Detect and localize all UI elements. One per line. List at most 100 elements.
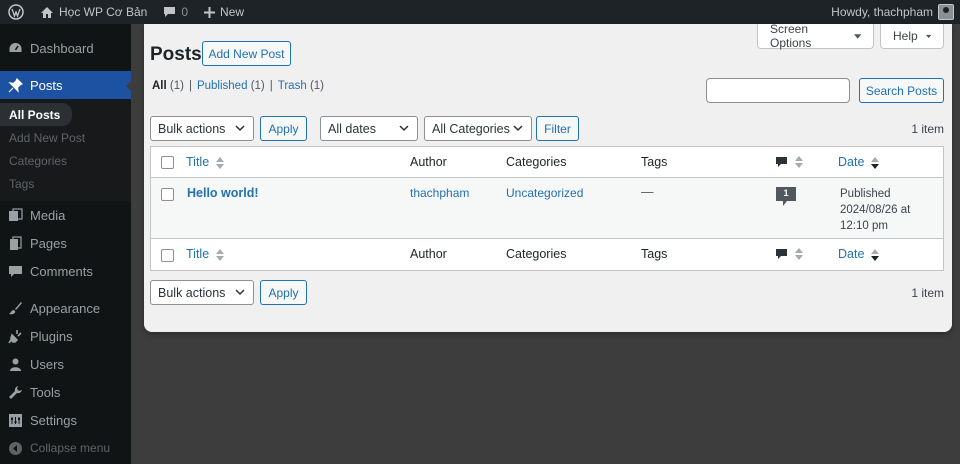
post-status-filters: All (1) | Published (1) | Trash (1) (152, 80, 324, 92)
categories-value: All Categories (432, 121, 510, 136)
column-comments-footer[interactable] (775, 248, 803, 261)
filter-trash[interactable]: Trash (1) (278, 80, 324, 92)
filter-published-count: (1) (250, 80, 265, 92)
dates-value: All dates (328, 121, 376, 136)
bulk-actions-value: Bulk actions (158, 121, 226, 136)
filter-trash-label: Trash (277, 80, 307, 92)
wordpress-logo-icon[interactable] (0, 0, 32, 24)
post-comment-count[interactable]: 1 (775, 186, 797, 206)
row-checkbox[interactable] (161, 188, 174, 201)
screen-options-button[interactable]: Screen Options (757, 22, 874, 50)
search-posts-button[interactable]: Search Posts (859, 78, 944, 103)
table-footer-row: Title Author Categories Tags Date (151, 239, 943, 270)
comment-count-value: 1 (783, 188, 789, 198)
admin-sidebar: Dashboard Posts All Posts Add New Post C… (0, 24, 132, 464)
posts-submenu: All Posts Add New Post Categories Tags (0, 99, 131, 201)
dates-select[interactable]: All dates (320, 116, 418, 141)
column-date-header[interactable]: Date (838, 155, 879, 169)
menu-label: Collapse menu (30, 441, 111, 455)
search-input[interactable] (706, 78, 850, 103)
menu-label: Posts (30, 77, 63, 93)
posts-panel: Screen Options Help Posts Add New Post A… (144, 22, 952, 332)
separator: | (269, 80, 273, 92)
filter-all[interactable]: All (1) (152, 80, 184, 92)
caret-down-icon (925, 34, 931, 38)
submenu-all-posts[interactable]: All Posts (0, 103, 72, 126)
site-name: Học WP Cơ Bản (59, 5, 148, 19)
separator: | (188, 80, 192, 92)
categories-select[interactable]: All Categories (424, 116, 532, 141)
select-all-checkbox[interactable] (161, 249, 174, 262)
menu-appearance[interactable]: Appearance (0, 294, 131, 322)
site-name-link[interactable]: Học WP Cơ Bản (32, 0, 155, 24)
filter-button[interactable]: Filter (536, 116, 579, 141)
brush-icon (7, 300, 23, 316)
submenu-tags[interactable]: Tags (0, 172, 131, 195)
menu-label: Settings (30, 412, 77, 428)
menu-plugins[interactable]: Plugins (0, 322, 131, 350)
plus-icon (204, 6, 216, 18)
column-categories-header: Categories (506, 155, 567, 169)
menu-label: Appearance (30, 300, 101, 316)
post-date: Published 2024/08/26 at 12:10 pm (840, 186, 910, 234)
post-category-link[interactable]: Uncategorized (506, 186, 583, 200)
my-account[interactable]: Howdy, thachpham (823, 0, 960, 24)
admin-bar: Học WP Cơ Bản 0 New Howdy, thachpham (0, 0, 960, 24)
column-date-footer[interactable]: Date (838, 247, 879, 261)
menu-pages[interactable]: Pages (0, 229, 131, 257)
menu-users[interactable]: Users (0, 350, 131, 378)
post-status: Published (840, 188, 891, 200)
menu-posts[interactable]: Posts (0, 71, 132, 99)
dashboard-icon (7, 40, 23, 56)
bulk-actions-select[interactable]: Bulk actions (150, 116, 254, 141)
help-button[interactable]: Help (880, 24, 944, 49)
pin-icon (7, 77, 23, 93)
comment-bubble-icon (164, 7, 176, 17)
column-categories-footer: Categories (506, 247, 567, 261)
menu-media[interactable]: Media (0, 201, 131, 229)
post-title-link[interactable]: Hello world! (187, 186, 259, 200)
new-label: New (220, 5, 245, 19)
column-title-label: Title (186, 155, 210, 169)
submenu-categories[interactable]: Categories (0, 149, 131, 172)
apply-button[interactable]: Apply (260, 116, 307, 141)
select-all-checkbox[interactable] (161, 156, 174, 169)
menu-dashboard[interactable]: Dashboard (0, 34, 131, 62)
new-content-link[interactable]: New (196, 0, 252, 24)
pages-icon (7, 235, 23, 251)
add-new-post-button[interactable]: Add New Post (202, 41, 291, 66)
submenu-add-new-post[interactable]: Add New Post (0, 126, 131, 149)
column-title-header[interactable]: Title (186, 155, 224, 169)
menu-settings[interactable]: Settings (0, 406, 131, 434)
column-comments-header[interactable] (775, 156, 803, 169)
menu-collapse[interactable]: Collapse menu (0, 434, 131, 462)
column-title-footer[interactable]: Title (186, 247, 224, 261)
items-count-bottom: 1 item (911, 286, 944, 300)
sort-desc-icon (870, 156, 879, 169)
collapse-icon (7, 440, 23, 456)
filter-published[interactable]: Published (1) (197, 80, 265, 92)
bulk-actions-select-bottom[interactable]: Bulk actions (150, 280, 254, 305)
post-time-value: 12:10 pm (840, 220, 888, 232)
comments-icon (7, 263, 23, 279)
caret-down-icon (853, 33, 861, 39)
post-author-link[interactable]: thachpham (410, 186, 469, 200)
filter-published-label: Published (196, 80, 248, 92)
table-header-row: Title Author Categories Tags Date (151, 147, 943, 178)
filter-all-count: (1) (169, 80, 184, 92)
menu-tools[interactable]: Tools (0, 378, 131, 406)
users-icon (7, 356, 23, 372)
post-date-value: 2024/08/26 at (840, 204, 911, 216)
menu-comments[interactable]: Comments (0, 257, 131, 285)
items-count: 1 item (911, 122, 944, 136)
sort-arrows-icon (215, 248, 224, 261)
posts-table: Title Author Categories Tags Date Hello … (150, 146, 944, 271)
filter-all-label: All (152, 80, 167, 92)
plugin-icon (7, 328, 23, 344)
comments-link[interactable]: 0 (155, 0, 196, 24)
column-author-footer: Author (410, 247, 447, 261)
chevron-down-icon (235, 125, 245, 132)
apply-button-bottom[interactable]: Apply (260, 280, 307, 305)
sort-arrows-icon (215, 156, 224, 169)
wrench-icon (7, 384, 23, 400)
